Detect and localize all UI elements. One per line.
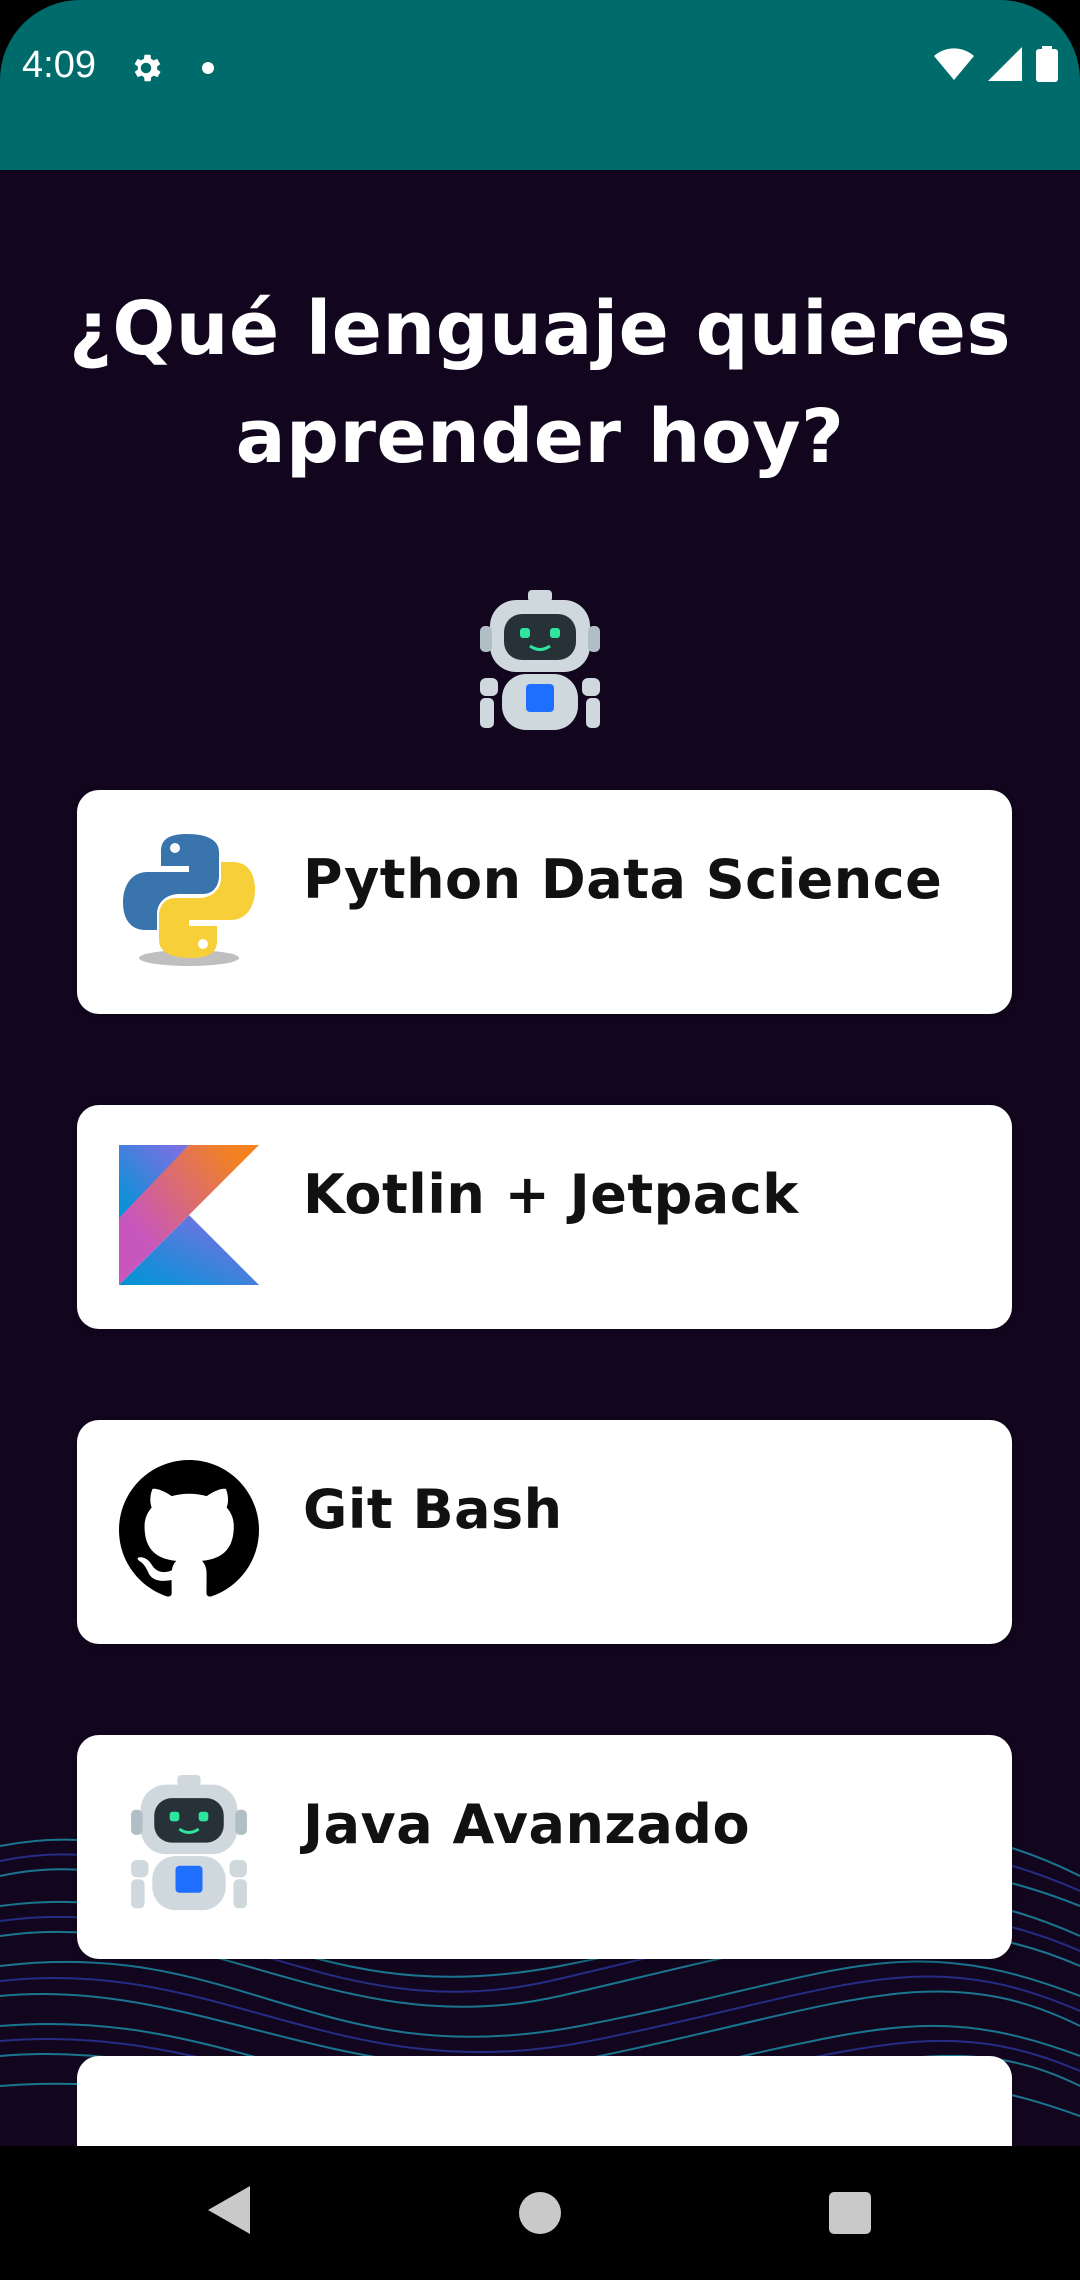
back-icon[interactable]: [208, 2186, 250, 2234]
course-label: Kotlin + Jetpack: [303, 1163, 799, 1226]
robot-icon: [131, 1775, 247, 1911]
wifi-icon: [934, 48, 974, 80]
python-logo-icon: [123, 834, 255, 966]
battery-icon: [1036, 46, 1058, 82]
course-card-kotlin[interactable]: Kotlin + Jetpack: [77, 1105, 1012, 1329]
gear-icon: [134, 54, 161, 82]
app-screen: 4:09 ¿Qué lenguaje quieres aprender hoy?…: [0, 0, 1080, 2280]
status-time: 4:09: [22, 44, 96, 86]
course-card-python[interactable]: Python Data Science: [77, 790, 1012, 1014]
main-content: ¿Qué lenguaje quieres aprender hoy? Pyth…: [0, 170, 1080, 2146]
course-label: Java Avanzado: [303, 1793, 751, 1856]
notification-dot-icon: [202, 62, 214, 74]
course-card-partial[interactable]: [77, 2056, 1012, 2146]
navigation-bar: [0, 2146, 1080, 2280]
status-bar: 4:09: [0, 0, 1080, 170]
github-logo-icon: [119, 1460, 259, 1597]
robot-icon: [480, 590, 600, 730]
status-icons: [934, 46, 1058, 82]
kotlin-logo-icon: [119, 1145, 259, 1285]
home-icon[interactable]: [519, 2192, 561, 2234]
course-label: Git Bash: [303, 1478, 563, 1541]
course-card-git[interactable]: Git Bash: [77, 1420, 1012, 1644]
course-label: Python Data Science: [303, 848, 943, 911]
cell-signal-icon: [988, 47, 1022, 81]
course-card-java[interactable]: Java Avanzado: [77, 1735, 1012, 1959]
page-title: ¿Qué lenguaje quieres aprender hoy?: [68, 286, 1012, 480]
recent-apps-icon[interactable]: [829, 2192, 871, 2234]
